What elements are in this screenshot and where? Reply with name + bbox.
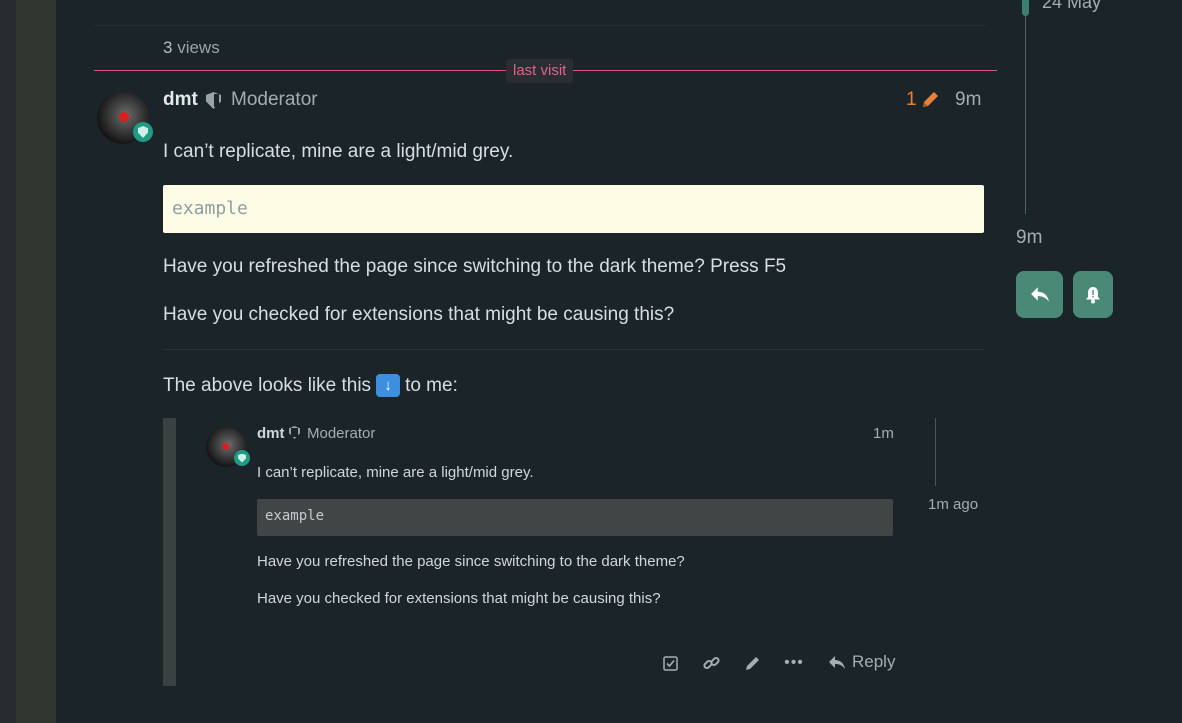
notifications-button[interactable] <box>1073 271 1113 318</box>
code-block: example <box>163 185 984 233</box>
screenshot-left-bar <box>163 418 176 686</box>
screenshot-user-title: Moderator <box>307 425 376 442</box>
screenshot-paragraph: Have you refreshed the page since switch… <box>257 553 685 570</box>
views-label: views <box>177 38 220 57</box>
arrow-down-icon: ↓ <box>376 374 401 397</box>
timeline-last-post[interactable]: 9m <box>1016 227 1042 249</box>
timeline-reply-button[interactable] <box>1016 271 1063 318</box>
last-visit-label: last visit <box>506 59 574 83</box>
moderator-shield-icon <box>289 426 300 439</box>
reply-icon <box>1030 287 1049 302</box>
avatar[interactable] <box>97 92 153 144</box>
pencil-icon[interactable] <box>920 90 942 110</box>
horizontal-rule <box>163 349 984 350</box>
avatar-eye <box>222 443 229 450</box>
reply-icon <box>829 655 845 669</box>
code-text: example <box>172 198 248 219</box>
moderator-badge-icon <box>234 450 250 466</box>
check-icon <box>662 650 679 676</box>
screenshot-timeline-line <box>935 418 936 486</box>
edit-history-count[interactable]: 1 <box>906 89 917 111</box>
views-count: 3 <box>163 38 173 57</box>
reply-label: Reply <box>852 652 896 671</box>
screenshot-avatar <box>206 427 250 467</box>
moderator-shield-icon <box>206 92 221 109</box>
screenshot-code-text: example <box>265 508 325 524</box>
bell-icon <box>1086 286 1100 303</box>
avatar-eye <box>119 112 129 122</box>
topic-page: 3 views last visit dmt Moderator 1 9m I … <box>0 0 1182 723</box>
paragraph-text: The above looks like this <box>163 374 372 396</box>
link-icon <box>702 650 720 676</box>
post-paragraph: Have you checked for extensions that mig… <box>163 304 675 325</box>
left-edge-strip <box>0 0 16 723</box>
screenshot-reply-button: Reply <box>828 652 895 672</box>
topic-views: 3 views <box>163 38 220 58</box>
timeline-scrollarea[interactable] <box>1025 0 1026 214</box>
more-icon: ••• <box>784 654 804 671</box>
post-paragraph: I can’t replicate, mine are a light/mid … <box>163 141 514 162</box>
screenshot-post-time: 1m <box>873 425 894 442</box>
screenshot-username: dmt <box>257 425 285 442</box>
post-paragraph: Have you refreshed the page since switch… <box>163 256 787 277</box>
timeline-start-date[interactable]: 24 May <box>1042 0 1101 13</box>
post-divider <box>95 25 985 26</box>
post-date[interactable]: 9m <box>955 89 981 111</box>
screenshot-timeline-label: 1m ago <box>928 496 979 513</box>
timeline-handle[interactable] <box>1022 0 1029 16</box>
post-username[interactable]: dmt <box>163 89 198 111</box>
paragraph-text: to me: <box>405 374 458 396</box>
left-sidebar-strip <box>16 0 56 723</box>
screenshot-code-block: example <box>257 499 893 536</box>
post-user-title: Moderator <box>231 89 318 110</box>
screenshot-paragraph: Have you checked for extensions that mig… <box>257 590 661 607</box>
post-paragraph: The above looks like this ↓ to me: <box>163 374 458 397</box>
moderator-badge-icon <box>133 122 153 142</box>
screenshot-paragraph: I can’t replicate, mine are a light/mid … <box>257 464 534 481</box>
pencil-icon <box>743 650 761 676</box>
